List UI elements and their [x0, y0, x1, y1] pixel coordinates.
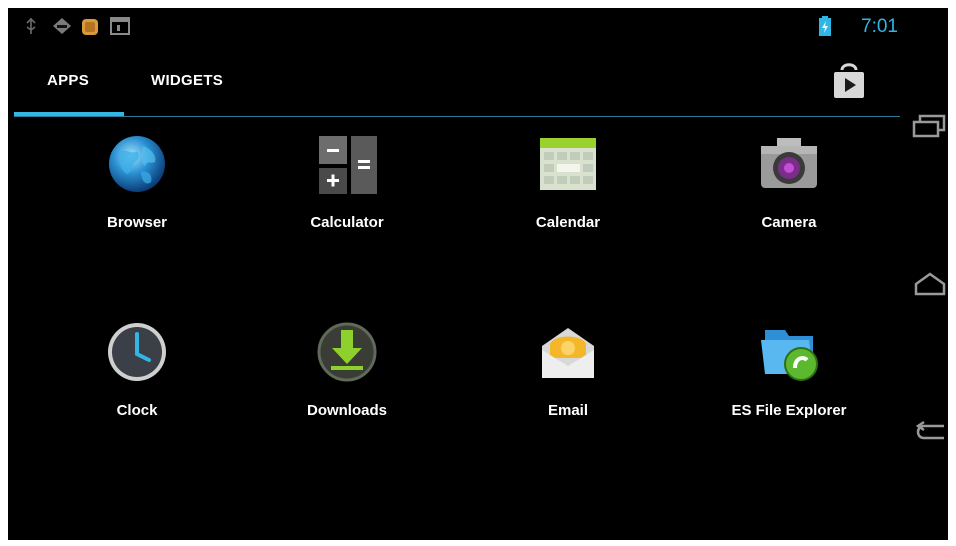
play-store-icon — [830, 63, 868, 104]
calendar-icon — [536, 132, 600, 196]
tab-widgets[interactable]: WIDGETS — [151, 72, 223, 89]
camera-icon — [757, 132, 821, 196]
recent-apps-button[interactable] — [910, 112, 948, 152]
app-calendar[interactable]: Calendar — [468, 132, 668, 262]
android-debug-icon — [52, 17, 71, 35]
app-label: Calculator — [310, 214, 384, 231]
app-browser[interactable]: Browser — [37, 132, 237, 262]
downloads-icon — [315, 320, 379, 384]
home-icon — [910, 272, 946, 302]
app-label: Calendar — [535, 214, 601, 231]
app-label: ES File Explorer — [731, 402, 847, 419]
es-file-explorer-icon — [757, 320, 821, 384]
tab-divider — [14, 116, 900, 117]
screenshot-icon — [110, 17, 130, 35]
app-clock[interactable]: Clock — [37, 320, 237, 450]
back-icon — [910, 420, 946, 450]
back-button[interactable] — [910, 416, 948, 456]
app-label: Browser — [106, 214, 168, 231]
app-downloads[interactable]: Downloads — [247, 320, 447, 450]
android-app-drawer: 7:01 APPS WIDGETS Browser Calculator Cal… — [8, 8, 948, 540]
calculator-icon — [315, 132, 379, 196]
app-label: Camera — [761, 214, 817, 231]
notification-app-icon — [80, 17, 98, 35]
home-button[interactable] — [910, 268, 948, 308]
play-store-button[interactable] — [830, 60, 868, 100]
app-label: Email — [547, 402, 589, 419]
status-time: 7:01 — [861, 16, 898, 37]
tab-bar: APPS WIDGETS — [8, 48, 900, 120]
battery-charging-icon — [818, 16, 836, 36]
app-label: Downloads — [306, 402, 387, 419]
app-es-file-explorer[interactable]: ES File Explorer — [689, 320, 889, 450]
status-bar: 7:01 — [8, 8, 908, 44]
app-email[interactable]: Email — [468, 320, 668, 450]
recent-apps-icon — [910, 114, 946, 146]
app-calculator[interactable]: Calculator — [247, 132, 447, 262]
browser-globe-icon — [105, 132, 169, 196]
app-label: Clock — [116, 402, 158, 419]
usb-icon — [22, 17, 40, 35]
email-icon — [536, 320, 600, 384]
app-camera[interactable]: Camera — [689, 132, 889, 262]
clock-icon — [105, 320, 169, 384]
tab-apps[interactable]: APPS — [47, 72, 89, 89]
